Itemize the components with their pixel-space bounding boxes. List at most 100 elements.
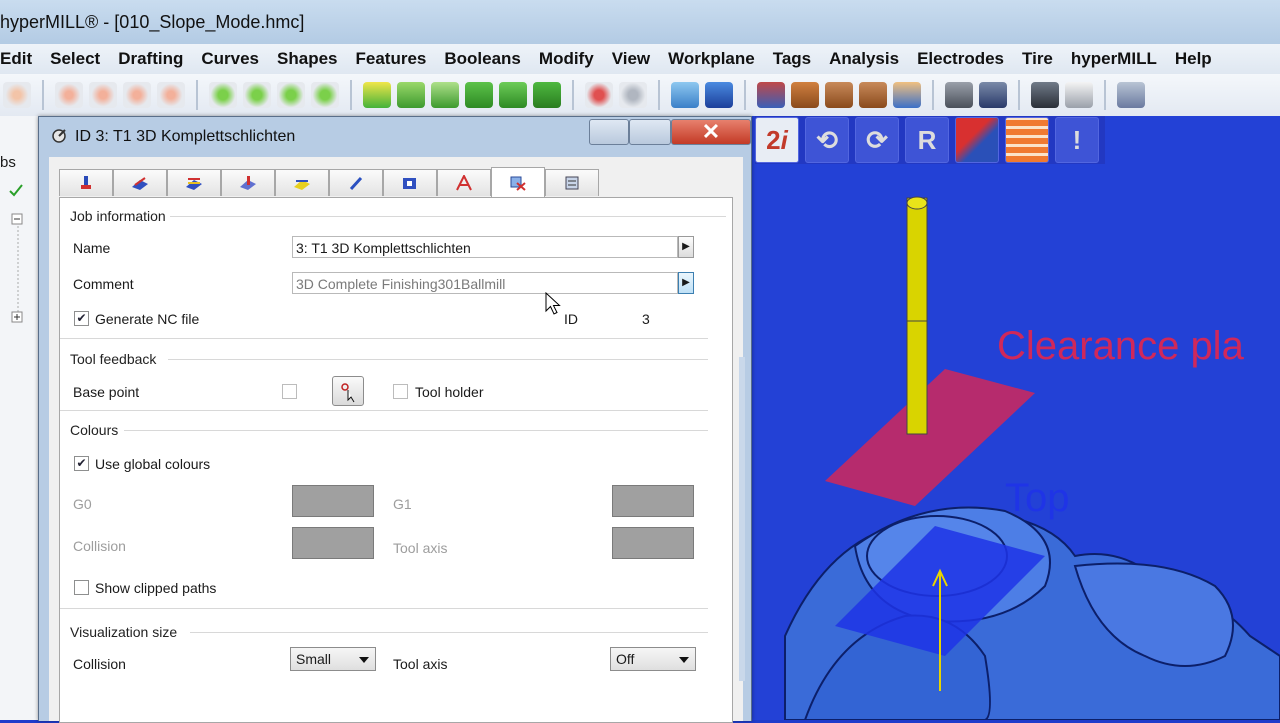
document-icon[interactable]: [1065, 82, 1093, 108]
browser-tab[interactable]: bs: [0, 154, 30, 176]
tool-axis-size-label: Tool axis: [393, 656, 448, 672]
menu-workplane[interactable]: Workplane: [668, 49, 755, 69]
menubar: Edit Select Drafting Curves Shapes Featu…: [0, 44, 1280, 74]
maximize-button[interactable]: [629, 119, 671, 145]
menu-tire[interactable]: Tire: [1022, 49, 1053, 69]
tab-nc[interactable]: [545, 169, 599, 196]
generate-nc-checkbox[interactable]: ✔: [74, 311, 89, 326]
blend-icon[interactable]: [157, 82, 185, 108]
printer-icon[interactable]: [1031, 82, 1059, 108]
green-surface-icon[interactable]: [397, 82, 425, 108]
graphics-viewport[interactable]: 2i ⟲ ⟳ R ! Clearance pla Top: [745, 116, 1280, 720]
comment-field[interactable]: 3D Complete Finishing301Ballmill: [292, 272, 678, 294]
show-clipped-paths-checkbox[interactable]: [74, 580, 89, 595]
dialog-body: Job information Name 3: T1 3D Komplettsc…: [49, 157, 743, 723]
filter-icon[interactable]: [619, 82, 647, 108]
boundaries-icon: [294, 180, 310, 190]
box-icon[interactable]: [757, 82, 785, 108]
tab-job-settings[interactable]: [491, 167, 545, 198]
green-layers-icon[interactable]: [499, 82, 527, 108]
app-title: hyperMILL® - [010_Slope_Mode.hmc]: [0, 12, 305, 32]
menu-select[interactable]: Select: [50, 49, 100, 69]
dialog-titlebar[interactable]: ID 3: T1 3D Komplettschlichten ✕: [39, 117, 751, 155]
curve-tool-icon[interactable]: [3, 82, 31, 108]
menu-hypermill[interactable]: hyperMILL: [1071, 49, 1157, 69]
wrench-icon: [349, 176, 363, 191]
menu-curves[interactable]: Curves: [201, 49, 259, 69]
dialog-app-icon: [52, 129, 66, 143]
menu-help[interactable]: Help: [1175, 49, 1212, 69]
blue-cube-icon[interactable]: [705, 82, 733, 108]
green-arrow-icon[interactable]: [465, 82, 493, 108]
toolbar-separator: [932, 80, 934, 110]
tab-feature[interactable]: [437, 169, 491, 196]
green-cylinder-icon[interactable]: [363, 82, 391, 108]
brown-holder-icon[interactable]: [859, 82, 887, 108]
tab-parameters[interactable]: [167, 169, 221, 196]
use-global-colours-checkbox[interactable]: ✔: [74, 456, 89, 471]
tab-settings[interactable]: [221, 169, 275, 196]
id-value: 3: [642, 311, 650, 327]
green-stack-icon[interactable]: [533, 82, 561, 108]
green-plane-icon[interactable]: [431, 82, 459, 108]
menu-tags[interactable]: Tags: [773, 49, 811, 69]
blue-eraser-icon[interactable]: [671, 82, 699, 108]
tab-strategy[interactable]: [113, 169, 167, 196]
menu-analysis[interactable]: Analysis: [829, 49, 899, 69]
job-settings-icon: [510, 176, 526, 191]
toolbar-separator: [1018, 80, 1020, 110]
tab-boundaries[interactable]: [275, 169, 329, 196]
offset-icon[interactable]: [123, 82, 151, 108]
menu-shapes[interactable]: Shapes: [277, 49, 337, 69]
clearance-plane-label: Clearance pla: [997, 324, 1244, 368]
green-loop-icon[interactable]: [209, 82, 237, 108]
menu-features[interactable]: Features: [356, 49, 427, 69]
menu-booleans[interactable]: Booleans: [444, 49, 521, 69]
brush-icon[interactable]: [1117, 82, 1145, 108]
magic-wand-icon[interactable]: [979, 82, 1007, 108]
close-button[interactable]: ✕: [671, 119, 751, 145]
menu-drafting[interactable]: Drafting: [118, 49, 183, 69]
chevron-down-icon: [679, 657, 689, 663]
tool-axis-colour-swatch[interactable]: [612, 527, 694, 559]
brown-mill-icon[interactable]: [791, 82, 819, 108]
minimize-button[interactable]: [589, 119, 629, 145]
list-icon[interactable]: [945, 82, 973, 108]
tab-stock[interactable]: [383, 169, 437, 196]
menu-modify[interactable]: Modify: [539, 49, 594, 69]
menu-electrodes[interactable]: Electrodes: [917, 49, 1004, 69]
g0-colour-swatch[interactable]: [292, 485, 374, 517]
tab-tool[interactable]: [59, 169, 113, 196]
tab-machine[interactable]: [329, 169, 383, 196]
name-field[interactable]: 3: T1 3D Komplettschlichten: [292, 236, 678, 258]
collision-size-select[interactable]: Small: [290, 647, 376, 671]
collision-size-value: Small: [296, 651, 332, 667]
divider: [60, 608, 708, 609]
rotate-curve-icon[interactable]: [55, 82, 83, 108]
divider: [124, 430, 708, 431]
base-point-checkbox[interactable]: [282, 384, 297, 399]
comment-arrow-button[interactable]: ▶: [678, 272, 694, 294]
name-arrow-button[interactable]: ▶: [678, 236, 694, 258]
green-star-icon[interactable]: [243, 82, 271, 108]
collision-colour-swatch[interactable]: [292, 527, 374, 559]
tool-axis-size-select[interactable]: Off: [610, 647, 696, 671]
g1-colour-swatch[interactable]: [612, 485, 694, 517]
transform-icon[interactable]: [89, 82, 117, 108]
toolbar-separator: [744, 80, 746, 110]
pick-point-button[interactable]: [332, 376, 364, 406]
parameters-icon: [186, 178, 202, 190]
green-shape-icon[interactable]: [311, 82, 339, 108]
person-icon[interactable]: [893, 82, 921, 108]
tool-holder-checkbox[interactable]: [393, 384, 408, 399]
green-gear-icon[interactable]: [277, 82, 305, 108]
stock-icon: [403, 178, 416, 189]
menu-edit[interactable]: Edit: [0, 49, 32, 69]
menu-view[interactable]: View: [612, 49, 650, 69]
job-dialog: ID 3: T1 3D Komplettschlichten ✕ Job inf…: [38, 116, 752, 723]
brown-tool-icon[interactable]: [825, 82, 853, 108]
clearance-plane: [825, 369, 1035, 506]
scrollbar[interactable]: [739, 357, 745, 681]
strategy-icon: [132, 177, 148, 190]
red-arrow-icon[interactable]: [585, 82, 613, 108]
